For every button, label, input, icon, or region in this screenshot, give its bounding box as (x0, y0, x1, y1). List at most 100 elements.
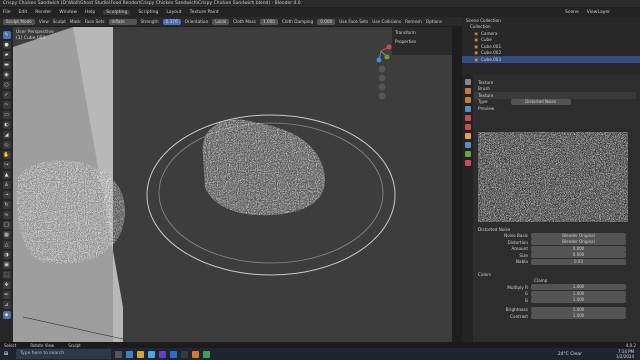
boundary-brush-icon[interactable]: □ (2, 221, 11, 229)
cloth-brush-icon[interactable]: ▦ (2, 231, 11, 239)
multiply-r-field[interactable]: 1.000 (531, 284, 626, 291)
tab-sculpting[interactable]: Sculpting (103, 10, 131, 15)
clock[interactable]: 7:14 PM 1/2/2024 (616, 349, 634, 359)
menu-window[interactable]: Window (59, 10, 77, 15)
tab-layout[interactable]: Layout (166, 10, 181, 15)
menu-render[interactable]: Render (35, 10, 51, 15)
edge-icon[interactable] (126, 350, 133, 358)
app-icon[interactable] (203, 350, 210, 358)
3d-viewport[interactable]: User Perspective (1) Cube.003 (13, 27, 452, 342)
view-layer-selector[interactable]: ViewLayer (587, 10, 610, 15)
file-explorer-icon[interactable] (137, 350, 144, 358)
pose-brush-icon[interactable]: ♙ (2, 181, 11, 189)
face-sets-menu[interactable]: Face Sets (85, 19, 105, 24)
weather-widget[interactable]: 24°C Clear (558, 352, 582, 357)
draw-brush-icon[interactable]: ✎ (2, 31, 11, 39)
navigation-gizmo[interactable] (376, 44, 392, 63)
clay-brush-icon[interactable]: ● (2, 41, 11, 49)
rotate-brush-icon[interactable]: ↻ (2, 201, 11, 209)
nudge-brush-icon[interactable]: → (2, 191, 11, 199)
fill-brush-icon[interactable]: ◐ (2, 121, 11, 129)
inflate-brush-icon[interactable]: ◉ (2, 71, 11, 79)
scene-selector[interactable]: Scene (565, 10, 579, 15)
nabla-field[interactable]: 0.03 (531, 258, 626, 265)
modifier-tab-icon[interactable] (464, 142, 471, 148)
brightness-field[interactable]: 1.000 (531, 306, 626, 313)
after-effects-icon[interactable] (159, 350, 166, 358)
view-menu[interactable]: View (39, 19, 49, 24)
noise-basis-dropdown[interactable]: Blender Original (531, 232, 626, 239)
menu-help[interactable]: Help (85, 10, 95, 15)
scene-tab-icon[interactable] (464, 115, 471, 121)
mask-brush-icon[interactable]: ◑ (2, 251, 11, 259)
taskbar-search-input[interactable]: Type here to search (16, 349, 111, 359)
clay-strips-icon[interactable]: ▰ (2, 51, 11, 59)
strength-field[interactable]: 0.376 (162, 18, 181, 25)
measure-icon[interactable]: ⊿ (2, 301, 11, 309)
flatten-brush-icon[interactable]: ▭ (2, 111, 11, 119)
task-view-icon[interactable] (115, 350, 122, 358)
tool-tab-icon[interactable] (464, 79, 471, 85)
secondary-object[interactable] (13, 152, 138, 272)
sculpt-menu[interactable]: Sculpt (53, 19, 66, 24)
contrast-field[interactable]: 1.000 (531, 313, 626, 320)
remesh-button[interactable]: Remesh (405, 19, 422, 24)
thumb-brush-icon[interactable]: ▲ (2, 171, 11, 179)
object-tab-icon[interactable] (464, 133, 471, 139)
slide-relax-icon[interactable]: ≈ (2, 211, 11, 219)
menu-file[interactable]: File (3, 10, 11, 15)
orientation-label: Orientation (184, 19, 209, 24)
distortion-dropdown[interactable]: Blender Original (531, 239, 626, 246)
amount-field[interactable]: 0.000 (531, 245, 626, 252)
render-tab-icon[interactable] (464, 88, 471, 94)
annotate-icon[interactable]: ✏ (2, 291, 11, 299)
options-button[interactable]: Options (426, 19, 442, 24)
properties-panel[interactable]: Properties (395, 39, 449, 44)
data-tab-icon[interactable] (464, 151, 471, 157)
blob-brush-icon[interactable]: ○ (2, 81, 11, 89)
outliner-item-selected[interactable]: ▣ Cube.003 (462, 56, 640, 63)
box-mask-icon[interactable]: ⬚ (2, 271, 11, 279)
multiply-g-field[interactable]: 1.000 (531, 290, 626, 297)
use-face-sets-checkbox[interactable]: Use Face Sets (339, 19, 368, 24)
store-icon[interactable] (148, 350, 155, 358)
blender-icon[interactable] (192, 350, 199, 358)
scrape-brush-icon[interactable]: ◢ (2, 131, 11, 139)
pinch-brush-icon[interactable]: ◇ (2, 141, 11, 149)
use-collisions-checkbox[interactable]: Use Collisions (372, 19, 401, 24)
output-tab-icon[interactable] (464, 97, 471, 103)
preview-header[interactable]: Preview (474, 105, 636, 112)
viewport-nav-buttons[interactable] (378, 65, 386, 100)
transform-icon[interactable]: ✥ (2, 281, 11, 289)
simplify-brush-icon[interactable]: △ (2, 241, 11, 249)
tab-texture-paint[interactable]: Texture Paint (190, 10, 219, 15)
world-tab-icon[interactable] (464, 124, 471, 130)
media-icon[interactable] (181, 350, 188, 358)
mode-selector[interactable]: Sculpt Mode (3, 18, 35, 25)
tab-scripting[interactable]: Scripting (138, 10, 158, 15)
view-layer-tab-icon[interactable] (464, 106, 471, 112)
size-field[interactable]: 0.000 (531, 252, 626, 259)
view-name: User Perspective (16, 30, 54, 35)
smooth-brush-icon[interactable]: ~ (2, 101, 11, 109)
layer-brush-icon[interactable]: ▬ (2, 61, 11, 69)
mask-menu[interactable]: Mask (70, 19, 81, 24)
multiply-b-field[interactable]: 1.000 (531, 297, 626, 304)
cloth-damping-field[interactable]: 0.000 (317, 18, 336, 25)
menu-edit[interactable]: Edit (19, 10, 28, 15)
orientation-field[interactable]: Local (212, 18, 230, 25)
draw-face-sets-icon[interactable]: ▣ (2, 261, 11, 269)
windows-start-icon[interactable]: ⊞ (0, 348, 12, 360)
photoshop-icon[interactable] (170, 350, 177, 358)
grab-brush-icon[interactable]: ✋ (2, 151, 11, 159)
snake-hook-icon[interactable]: ↪ (2, 161, 11, 169)
brush-selector[interactable]: Inflate (108, 18, 137, 25)
properties-editor: Texture Brush Texture Type Distorted Nois… (462, 75, 640, 342)
crease-brush-icon[interactable]: ✓ (2, 91, 11, 99)
type-dropdown[interactable]: Distorted Noise (510, 98, 571, 105)
sculpt-object[interactable] (193, 107, 338, 222)
transform-panel[interactable]: Transform (395, 30, 449, 35)
texture-tab-icon[interactable] (464, 160, 471, 166)
cloth-mass-field[interactable]: 1.000 (259, 18, 278, 25)
extra-tool-icon[interactable]: ◆ (2, 311, 11, 319)
